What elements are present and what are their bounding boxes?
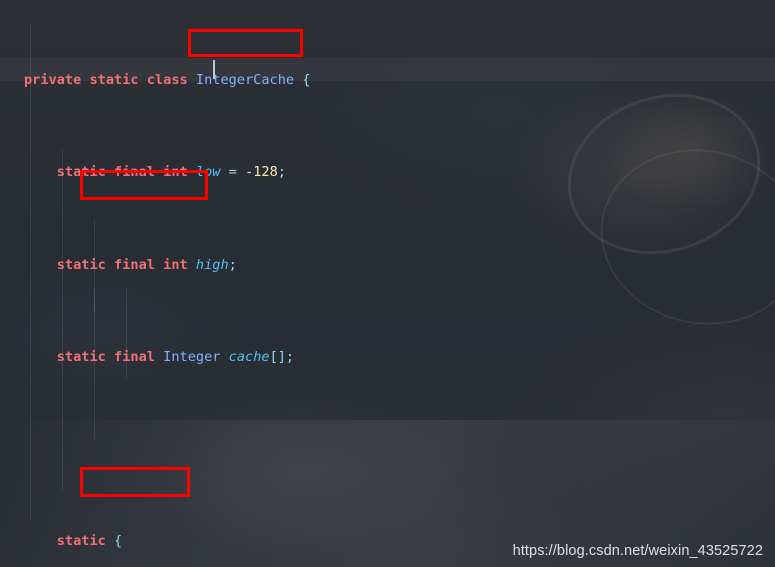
code-line-text: static final Integer cache[]; [56, 348, 295, 365]
code-line-text: static final int low = -128; [56, 164, 286, 181]
code-line[interactable]: static final int low = -128; [0, 161, 775, 184]
code-line-text: private static class IntegerCache { [24, 72, 311, 89]
code-line[interactable]: static final Integer cache[]; [0, 346, 775, 369]
code-line-blank[interactable] [0, 438, 775, 461]
indent-guide [62, 150, 63, 490]
watermark-text: https://blog.csdn.net/weixin_43525722 [512, 543, 763, 559]
code-line-current[interactable]: static final int high; [0, 254, 775, 277]
code-line-text: static { [56, 533, 123, 550]
code-line-text: static final int high; [56, 256, 237, 273]
code-content[interactable]: private static class IntegerCache { stat… [0, 0, 775, 567]
code-editor[interactable]: private static class IntegerCache { stat… [0, 0, 775, 567]
text-caret [213, 60, 215, 79]
